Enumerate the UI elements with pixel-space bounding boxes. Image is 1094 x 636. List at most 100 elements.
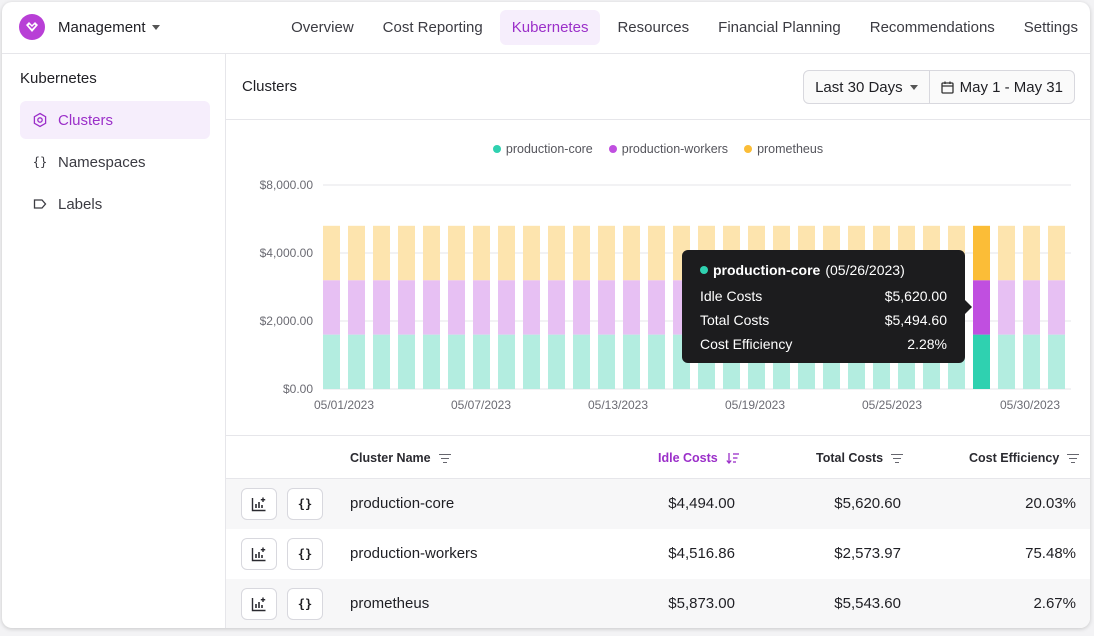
table-row[interactable]: {} production-core $4,494.00 $5,620.60 2…: [226, 479, 1090, 529]
y-tick-label: $8,000.00: [260, 178, 314, 192]
column-header-total-costs[interactable]: Total Costs: [816, 451, 904, 465]
table-row[interactable]: {} production-workers $4,516.86 $2,573.9…: [226, 529, 1090, 579]
chart-bar: [498, 225, 515, 281]
tooltip-header: production-core (05/26/2023): [700, 262, 947, 278]
y-tick-label: $4,000.00: [260, 246, 314, 260]
cost-efficiency: 20.03%: [1025, 495, 1076, 512]
chart-bar: [1048, 334, 1065, 389]
main-nav: Overview Cost Reporting Kubernetes Resou…: [279, 10, 1090, 45]
org-switcher[interactable]: Management: [58, 19, 160, 36]
date-range-label: Last 30 Days: [815, 78, 903, 96]
chart-add-icon: [251, 547, 266, 562]
chart-bar: [1048, 280, 1065, 335]
chevron-down-icon: [909, 84, 918, 90]
column-label: Cost Efficiency: [969, 451, 1060, 465]
chart-bar: [323, 280, 340, 335]
chart-bar: [398, 334, 415, 389]
sort-descending-icon[interactable]: [726, 452, 740, 464]
chart-bar: [598, 280, 615, 335]
app-window: Management Overview Cost Reporting Kuber…: [2, 2, 1090, 628]
chart-bar: [398, 225, 415, 281]
cluster-name: production-workers: [350, 545, 478, 562]
x-tick-label: 05/30/2023: [1000, 398, 1060, 412]
org-name: Management: [58, 19, 146, 36]
namespaces-button[interactable]: {}: [287, 538, 323, 570]
sidebar-item-clusters[interactable]: Clusters: [20, 101, 210, 139]
filter-icon[interactable]: [891, 453, 904, 463]
braces-icon: {}: [32, 155, 48, 169]
sidebar-item-label: Labels: [58, 195, 103, 213]
nav-kubernetes[interactable]: Kubernetes: [499, 10, 601, 45]
sidebar-item-label: Namespaces: [58, 153, 146, 171]
nav-settings[interactable]: Settings: [1012, 10, 1090, 45]
x-tick-label: 05/13/2023: [588, 398, 648, 412]
nav-recommendations[interactable]: Recommendations: [858, 10, 1007, 45]
chart-add-icon: [251, 497, 266, 512]
chart-bar: [348, 280, 365, 335]
chart-add-button[interactable]: [241, 488, 277, 520]
table-row[interactable]: {} prometheus $5,873.00 $5,543.60 2.67%: [226, 579, 1090, 628]
column-header-idle-costs[interactable]: Idle Costs: [658, 451, 740, 465]
column-header-cost-efficiency[interactable]: Cost Efficiency: [969, 451, 1080, 465]
chart-bar: [973, 280, 990, 335]
chart-bar: [348, 334, 365, 389]
chart-bar: [523, 280, 540, 335]
chart-bar: [998, 225, 1015, 281]
x-tick-label: 05/07/2023: [451, 398, 511, 412]
chart-bar: [623, 225, 640, 281]
namespaces-button[interactable]: {}: [287, 588, 323, 620]
filter-icon[interactable]: [1067, 453, 1080, 463]
tooltip-label: Total Costs: [700, 312, 770, 328]
brand-logo-icon[interactable]: [19, 14, 45, 40]
nav-resources[interactable]: Resources: [605, 10, 701, 45]
chart-bar: [598, 334, 615, 389]
y-tick-label: $0.00: [283, 382, 313, 396]
column-label: Idle Costs: [658, 451, 718, 465]
y-tick-label: $2,000.00: [260, 314, 314, 328]
chart-bar: [573, 334, 590, 389]
tooltip-dot-icon: [700, 266, 708, 274]
chart-bar: [398, 280, 415, 335]
chart-add-button[interactable]: [241, 588, 277, 620]
chart-add-button[interactable]: [241, 538, 277, 570]
namespaces-button[interactable]: {}: [287, 488, 323, 520]
date-picker-button[interactable]: May 1 - May 31: [930, 71, 1074, 103]
filter-icon[interactable]: [438, 453, 451, 463]
sidebar-item-label: Clusters: [58, 111, 114, 129]
chart-bar: [373, 225, 390, 281]
column-header-cluster-name[interactable]: Cluster Name: [350, 451, 451, 465]
braces-icon: {}: [297, 497, 313, 511]
cost-efficiency: 2.67%: [1033, 595, 1076, 612]
sidebar-item-namespaces[interactable]: {} Namespaces: [20, 143, 210, 181]
idle-costs: $5,873.00: [668, 595, 735, 612]
x-tick-label: 05/01/2023: [314, 398, 374, 412]
tooltip-value: $5,620.00: [884, 288, 947, 304]
tooltip-row: Idle Costs $5,620.00: [700, 284, 947, 308]
chart-bar: [548, 280, 565, 335]
page-title: Clusters: [242, 78, 298, 95]
tooltip-date: (05/26/2023): [825, 262, 905, 278]
sidebar-title: Kubernetes: [20, 70, 97, 87]
nav-overview[interactable]: Overview: [279, 10, 366, 45]
cluster-icon: [32, 112, 48, 128]
x-tick-label: 05/25/2023: [862, 398, 922, 412]
idle-costs: $4,494.00: [668, 495, 735, 512]
chart-bar: [523, 225, 540, 281]
chart-bar: [448, 280, 465, 335]
nav-cost-reporting[interactable]: Cost Reporting: [371, 10, 495, 45]
chart-bar: [573, 280, 590, 335]
top-bar: Management Overview Cost Reporting Kuber…: [2, 2, 1090, 54]
cost-chart: production-core production-workers prome…: [226, 121, 1090, 435]
nav-financial-planning[interactable]: Financial Planning: [706, 10, 853, 45]
date-range-select[interactable]: Last 30 Days: [804, 71, 930, 103]
braces-icon: {}: [297, 597, 313, 611]
sidebar-item-labels[interactable]: Labels: [20, 185, 210, 223]
braces-icon: {}: [297, 547, 313, 561]
chart-bar: [1048, 225, 1065, 281]
cost-efficiency: 75.48%: [1025, 545, 1076, 562]
tooltip-series: production-core: [713, 262, 821, 278]
chart-bar: [348, 225, 365, 281]
chart-bar: [323, 225, 340, 281]
tooltip-row: Total Costs $5,494.60: [700, 308, 947, 332]
sidebar: Kubernetes Clusters {} Namespaces Labels: [2, 54, 226, 628]
